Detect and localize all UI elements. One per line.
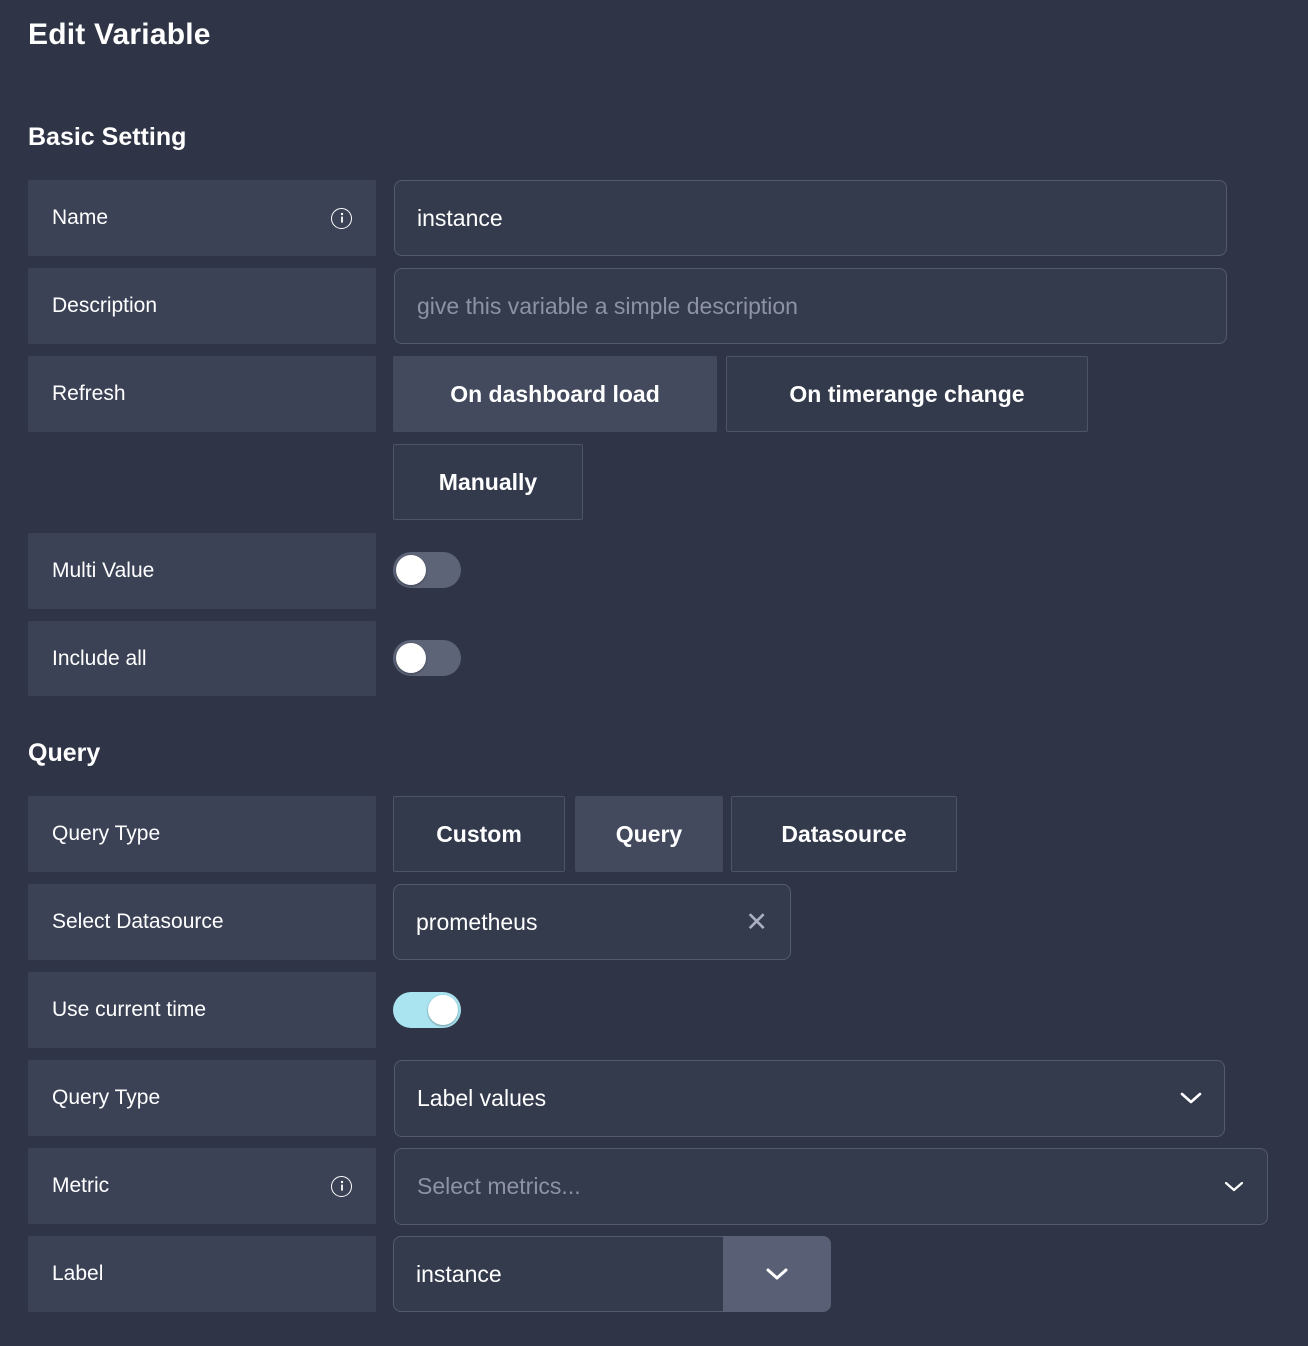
row-label-multi-value: Multi Value xyxy=(28,533,376,609)
query-type-select[interactable]: Label values xyxy=(394,1060,1225,1137)
close-icon[interactable]: ✕ xyxy=(745,908,768,936)
toggle-knob xyxy=(396,643,426,673)
query-type-option-custom[interactable]: Custom xyxy=(393,796,565,872)
query-type-select-value: Label values xyxy=(417,1085,547,1111)
chevron-down-icon xyxy=(766,1267,788,1281)
chevron-down-icon xyxy=(1223,1180,1245,1194)
multi-value-toggle[interactable] xyxy=(393,552,461,588)
row-label-label: Label xyxy=(28,1236,376,1312)
metric-select[interactable]: Select metrics... xyxy=(394,1148,1268,1225)
query-type-option-datasource[interactable]: Datasource xyxy=(731,796,957,872)
select-datasource-value: prometheus xyxy=(416,908,538,935)
row-label-metric: Metric xyxy=(28,1148,376,1224)
label-include-all: Include all xyxy=(52,646,147,670)
label-select-value[interactable]: instance xyxy=(393,1236,723,1312)
row-label-description: Description xyxy=(28,268,376,344)
row-label-use-current-time: Use current time xyxy=(28,972,376,1048)
info-icon[interactable] xyxy=(331,1175,352,1197)
edit-variable-page: Edit Variable Basic Setting Name instanc… xyxy=(0,0,1308,1346)
section-heading-basic-setting: Basic Setting xyxy=(28,123,187,151)
row-label-include-all: Include all xyxy=(28,621,376,696)
select-datasource-combobox[interactable]: prometheus ✕ xyxy=(393,884,791,960)
label-multi-value: Multi Value xyxy=(52,559,155,582)
row-label-select-datasource: Select Datasource xyxy=(28,884,376,960)
row-label-query-type: Query Type xyxy=(28,796,376,872)
row-label-name: Name xyxy=(28,180,376,256)
section-heading-query: Query xyxy=(28,739,101,767)
description-input[interactable]: give this variable a simple description xyxy=(394,268,1227,344)
label-query-type-2: Query Type xyxy=(52,1086,161,1109)
name-input[interactable]: instance xyxy=(394,180,1227,256)
label-description: Description xyxy=(52,294,158,317)
refresh-option-on-dashboard-load[interactable]: On dashboard load xyxy=(393,356,717,432)
toggle-knob xyxy=(428,995,458,1025)
include-all-toggle[interactable] xyxy=(393,640,461,676)
row-label-refresh: Refresh xyxy=(28,356,376,432)
page-title: Edit Variable xyxy=(28,18,211,51)
metric-select-placeholder: Select metrics... xyxy=(417,1173,581,1199)
row-label-query-type-2: Query Type xyxy=(28,1060,376,1136)
use-current-time-toggle[interactable] xyxy=(393,992,461,1028)
label-refresh: Refresh xyxy=(52,382,126,405)
description-input-wrapper: give this variable a simple description xyxy=(394,268,1227,344)
label-label: Label xyxy=(52,1262,104,1285)
chevron-down-icon xyxy=(1180,1092,1202,1106)
label-select-datasource: Select Datasource xyxy=(52,910,224,933)
name-input-wrapper: instance xyxy=(394,180,1227,256)
label-select-dropdown-button[interactable] xyxy=(723,1236,831,1312)
info-icon[interactable] xyxy=(331,207,352,229)
refresh-option-on-timerange-change[interactable]: On timerange change xyxy=(726,356,1088,432)
toggle-knob xyxy=(396,555,426,585)
query-type-option-query[interactable]: Query xyxy=(575,796,723,872)
label-name: Name xyxy=(52,206,109,229)
refresh-option-manually[interactable]: Manually xyxy=(393,444,583,520)
label-query-type: Query Type xyxy=(52,822,161,845)
label-metric: Metric xyxy=(52,1174,110,1197)
label-select: instance xyxy=(393,1236,831,1312)
label-use-current-time: Use current time xyxy=(52,998,207,1021)
